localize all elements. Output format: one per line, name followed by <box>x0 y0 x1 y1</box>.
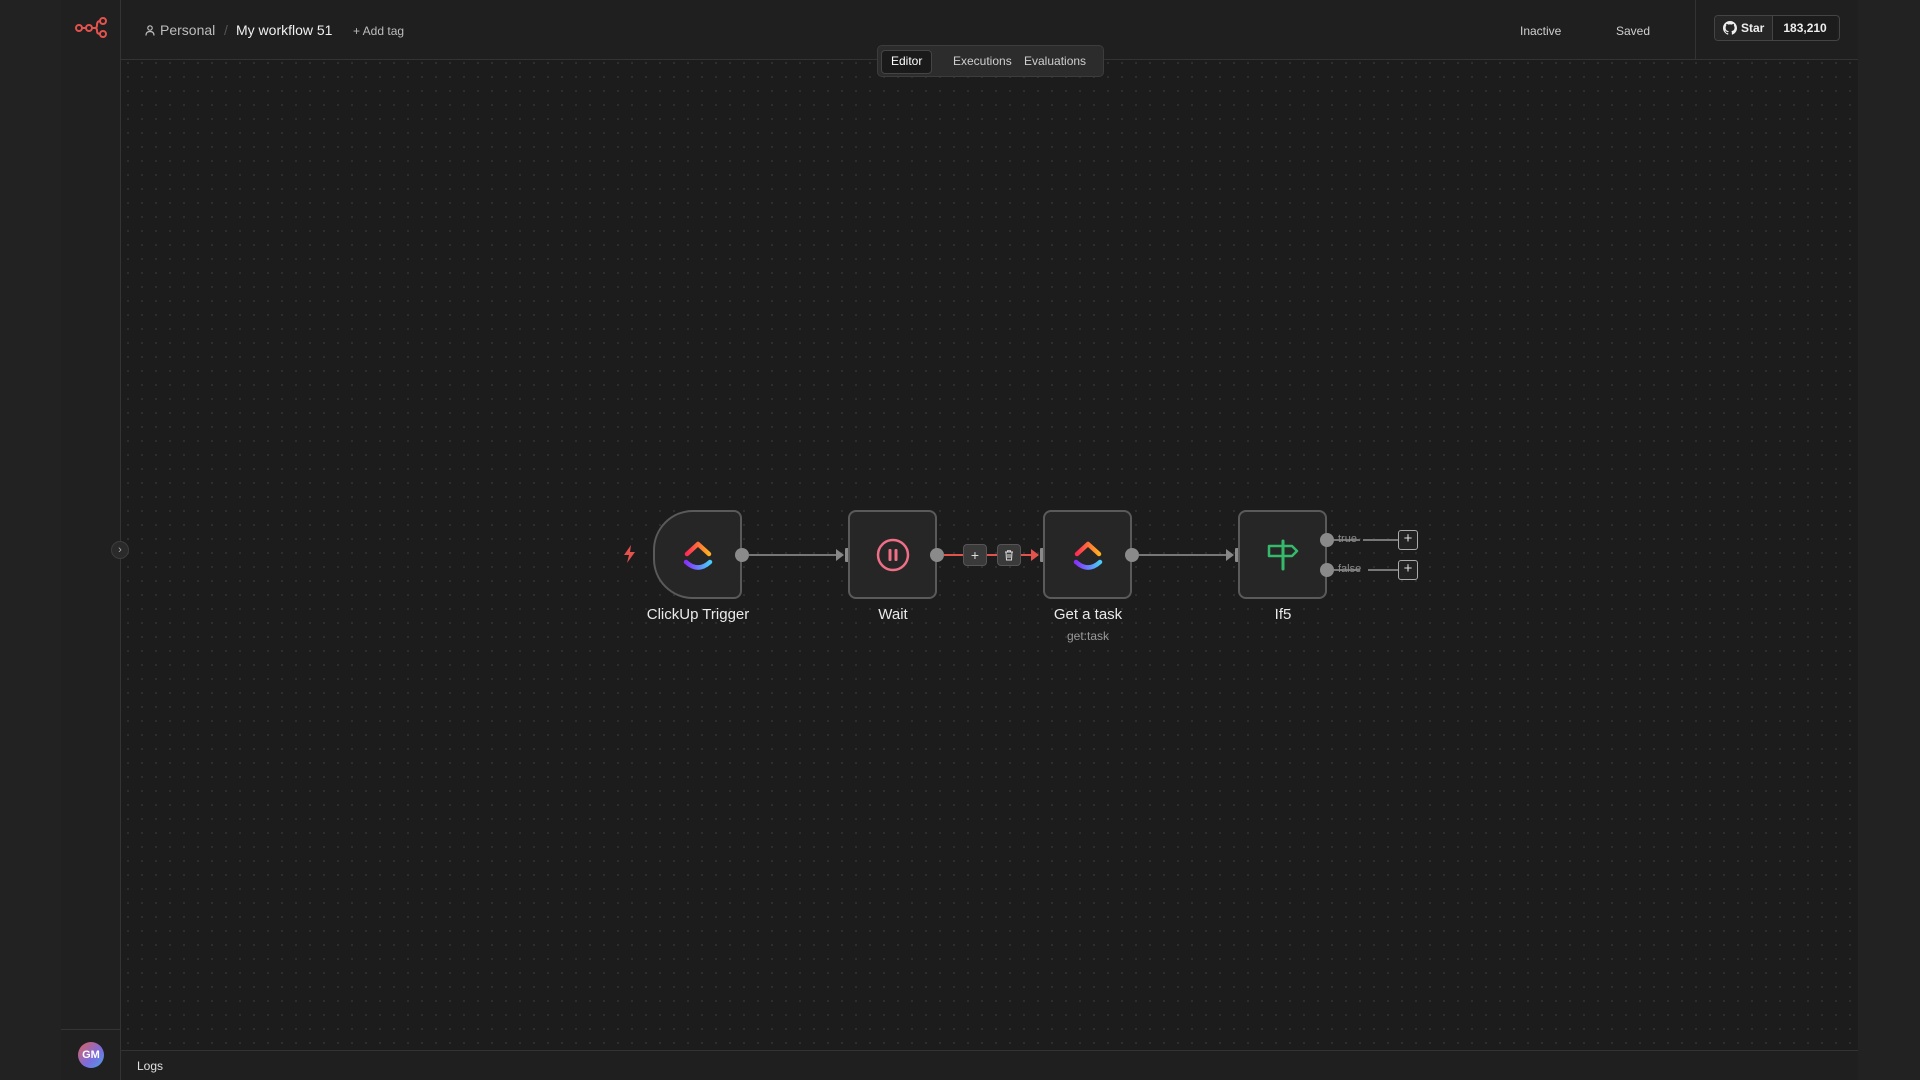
node-label-if5: If5 <box>1274 606 1292 623</box>
clickup-icon <box>683 541 712 570</box>
delete-connection-button[interactable] <box>997 544 1021 566</box>
logs-panel-bar[interactable]: Logs <box>121 1050 1858 1080</box>
header-divider <box>1695 0 1696 60</box>
node-subtitle-get-a-task: get:task <box>1066 629 1110 643</box>
github-star-label: Star <box>1741 21 1765 35</box>
n8n-logo-icon[interactable] <box>75 17 107 39</box>
node-label-get-a-task: Get a task <box>1053 606 1123 623</box>
connection-trigger-wait[interactable] <box>749 554 841 556</box>
github-icon <box>1723 21 1737 35</box>
connection-get-task-if[interactable] <box>1139 554 1231 556</box>
user-avatar[interactable]: GM <box>78 1042 104 1068</box>
active-status[interactable]: Inactive <box>1520 24 1561 38</box>
node-if5[interactable] <box>1238 510 1327 599</box>
view-tabs: Editor Executions Evaluations <box>877 45 1104 77</box>
sidebar-divider <box>61 1029 121 1030</box>
tab-evaluations[interactable]: Evaluations <box>1015 50 1095 72</box>
branch-label-false: false <box>1338 563 1362 575</box>
workflow-name[interactable]: My workflow 51 <box>236 22 332 38</box>
github-star[interactable]: Star <box>1715 16 1774 40</box>
outer-left-margin <box>0 0 61 1080</box>
output-port[interactable] <box>1125 548 1139 562</box>
save-status: Saved <box>1616 24 1651 38</box>
node-wait[interactable] <box>848 510 937 599</box>
branch-label-true: true <box>1338 533 1357 545</box>
node-label-clickup-trigger: ClickUp Trigger <box>646 606 750 623</box>
node-get-a-task[interactable] <box>1043 510 1132 599</box>
node-clickup-trigger[interactable] <box>653 510 742 599</box>
output-port-false[interactable] <box>1320 563 1334 577</box>
add-node-false-button[interactable]: + <box>1398 560 1418 580</box>
outer-right-margin <box>1858 0 1920 1080</box>
pause-icon <box>876 538 909 571</box>
sidebar: GM <box>61 0 121 1080</box>
output-port[interactable] <box>930 548 944 562</box>
breadcrumb-project[interactable]: Personal <box>160 22 215 38</box>
node-label-wait: Wait <box>878 606 908 623</box>
github-star-button[interactable]: Star 183,210 <box>1714 15 1840 41</box>
expand-sidebar-button[interactable]: › <box>111 541 129 559</box>
output-port[interactable] <box>735 548 749 562</box>
insert-node-button[interactable]: + <box>963 544 987 566</box>
tab-executions[interactable]: Executions <box>944 50 1021 72</box>
logs-label[interactable]: Logs <box>137 1059 163 1073</box>
signpost-icon <box>1267 539 1298 570</box>
add-tag-button[interactable]: + Add tag <box>353 24 404 38</box>
person-icon <box>145 25 155 36</box>
tab-editor[interactable]: Editor <box>881 50 933 74</box>
clickup-icon <box>1073 541 1102 570</box>
github-star-count[interactable]: 183,210 <box>1773 16 1837 40</box>
workflow-canvas[interactable] <box>121 0 1858 1080</box>
breadcrumb-separator: / <box>224 22 228 38</box>
connection-wait-get-task[interactable] <box>944 554 1038 556</box>
trash-icon <box>1005 550 1013 561</box>
add-node-true-button[interactable]: + <box>1398 530 1418 550</box>
trigger-bolt-icon <box>624 545 635 563</box>
canvas-connections <box>121 0 1858 1080</box>
output-port-true[interactable] <box>1320 533 1334 547</box>
